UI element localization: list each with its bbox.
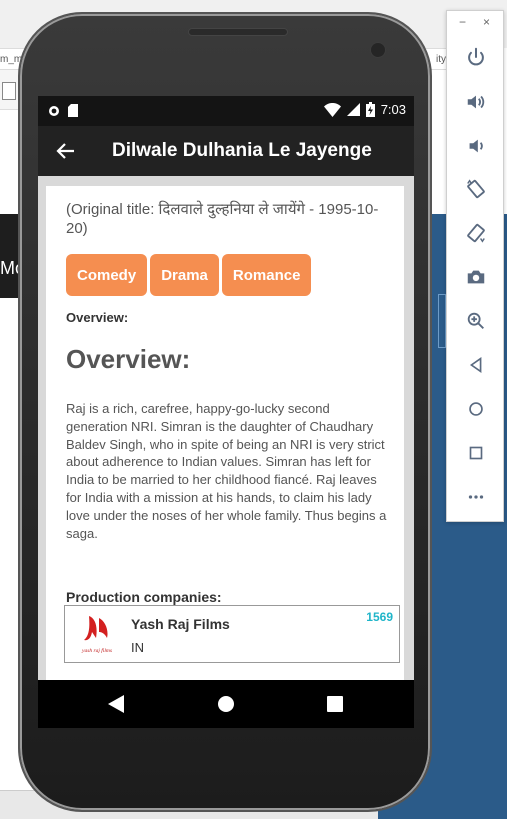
volume-down-button[interactable] bbox=[462, 132, 490, 160]
rotate-right-button[interactable] bbox=[462, 219, 490, 247]
volume-up-icon bbox=[467, 95, 485, 109]
more-button[interactable] bbox=[462, 483, 490, 511]
power-button[interactable] bbox=[462, 43, 490, 71]
volume-down-icon bbox=[469, 139, 483, 153]
emu-overview-button[interactable] bbox=[462, 439, 490, 467]
genre-list: Comedy Drama Romance bbox=[66, 254, 312, 296]
front-camera bbox=[370, 42, 386, 58]
phone-screen: 7:03 Dilwale Dulhania Le Jayenge (Origin… bbox=[38, 96, 414, 728]
home-icon bbox=[469, 402, 483, 416]
status-bar: 7:03 bbox=[38, 96, 414, 126]
back-icon bbox=[469, 356, 482, 374]
emulator-toolbar: − × bbox=[446, 10, 504, 522]
power-icon bbox=[468, 47, 484, 66]
nav-recents-icon bbox=[327, 696, 343, 712]
sync-icon bbox=[49, 105, 59, 116]
svg-text:yash raj films: yash raj films bbox=[81, 647, 112, 654]
nav-home-icon bbox=[218, 696, 234, 712]
company-name: Yash Raj Films bbox=[131, 616, 230, 632]
sd-card-icon bbox=[68, 104, 78, 117]
speaker-grille bbox=[188, 28, 288, 36]
battery-icon bbox=[365, 102, 375, 117]
back-arrow-icon[interactable] bbox=[54, 139, 78, 163]
overview-text: Raj is a rich, carefree, happy-go-lucky … bbox=[66, 401, 387, 541]
genre-chip[interactable]: Drama bbox=[150, 254, 219, 296]
emu-home-button[interactable] bbox=[462, 395, 490, 423]
page-title: Dilwale Dulhania Le Jayenge bbox=[112, 140, 372, 161]
minimize-button[interactable]: − bbox=[459, 15, 466, 29]
volume-up-button[interactable] bbox=[462, 88, 490, 116]
production-companies-label: Production companies: bbox=[66, 589, 222, 605]
zoom-icon bbox=[467, 312, 484, 329]
nav-back-icon bbox=[108, 695, 124, 713]
zoom-button[interactable] bbox=[462, 307, 490, 335]
company-id: 1569 bbox=[366, 610, 393, 624]
overview-heading: Overview: bbox=[66, 344, 191, 374]
genre-chip[interactable]: Romance bbox=[221, 254, 312, 296]
clock: 7:03 bbox=[380, 102, 406, 117]
close-button[interactable]: × bbox=[483, 15, 490, 29]
overview-label: Overview: bbox=[66, 310, 129, 325]
emu-back-button[interactable] bbox=[462, 351, 490, 379]
app-bar: Dilwale Dulhania Le Jayenge bbox=[38, 126, 414, 176]
rotate-left-button[interactable] bbox=[462, 175, 490, 203]
more-icon bbox=[468, 495, 484, 499]
screenshot-button[interactable] bbox=[462, 263, 490, 291]
nav-home-button[interactable] bbox=[214, 692, 238, 716]
company-card[interactable]: yash raj films Yash Raj Films IN 1569 bbox=[64, 605, 400, 663]
movie-detail-card: (Original title: दिलवाले दुल्हनिया ले जा… bbox=[46, 186, 404, 680]
navigation-bar bbox=[38, 680, 414, 728]
company-logo: yash raj films bbox=[77, 612, 117, 656]
camera-icon bbox=[467, 270, 485, 284]
desktop-right-fragment: ity bbox=[436, 54, 446, 65]
original-title: (Original title: दिलवाले दुल्हनिया ले जा… bbox=[66, 201, 379, 237]
genre-chip[interactable]: Comedy bbox=[66, 254, 148, 296]
nav-back-button[interactable] bbox=[104, 692, 128, 716]
overview-icon bbox=[469, 446, 483, 460]
rotate-left-icon bbox=[467, 179, 485, 199]
nav-recents-button[interactable] bbox=[323, 692, 347, 716]
company-country: IN bbox=[131, 640, 144, 655]
wifi-icon bbox=[323, 102, 341, 117]
signal-icon bbox=[346, 103, 360, 116]
rotate-right-icon bbox=[467, 223, 485, 243]
